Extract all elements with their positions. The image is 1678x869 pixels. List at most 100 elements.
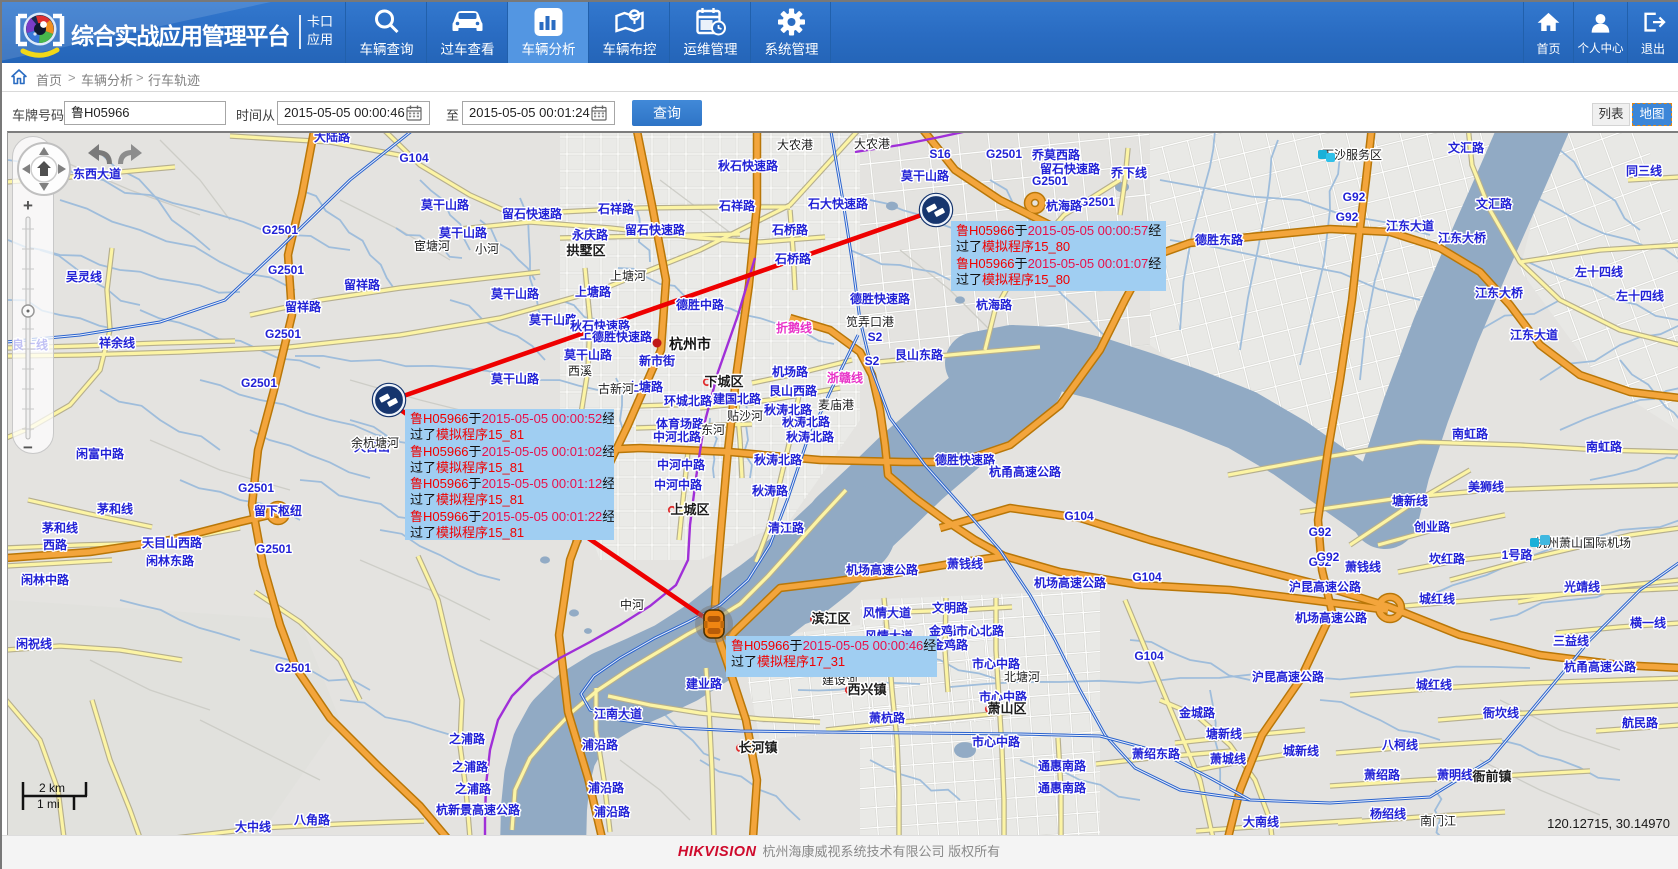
svg-text:城红线: 城红线 — [1416, 677, 1452, 692]
svg-text:石大快速路: 石大快速路 — [807, 196, 869, 211]
svg-text:中河中路: 中河中路 — [654, 477, 703, 492]
svg-text:留祥路: 留祥路 — [344, 277, 381, 292]
svg-text:上城区: 上城区 — [670, 502, 709, 517]
svg-text:南虹路: 南虹路 — [1586, 439, 1623, 454]
svg-text:北塘河: 北塘河 — [1004, 669, 1040, 684]
svg-text:体育场路: 体育场路 — [656, 416, 705, 431]
svg-text:G2501: G2501 — [268, 263, 304, 277]
svg-text:余杭塘河: 余杭塘河 — [351, 435, 399, 450]
svg-text:莫干山路: 莫干山路 — [491, 371, 540, 386]
svg-text:三益线: 三益线 — [1553, 633, 1589, 648]
svg-text:机场高速公路: 机场高速公路 — [1295, 610, 1368, 625]
svg-text:大陆路: 大陆路 — [314, 133, 351, 144]
svg-text:茅和线: 茅和线 — [97, 501, 133, 516]
svg-text:秋涛北路: 秋涛北路 — [764, 402, 813, 417]
svg-text:小河: 小河 — [475, 242, 499, 256]
svg-text:萧山区: 萧山区 — [987, 701, 1026, 716]
svg-text:沪昆高速公路: 沪昆高速公路 — [1289, 579, 1362, 594]
svg-text:市心北路: 市心北路 — [956, 623, 1005, 638]
svg-text:杭海路: 杭海路 — [976, 297, 1013, 312]
svg-text:留祥路: 留祥路 — [285, 299, 322, 314]
svg-text:大南线: 大南线 — [1243, 814, 1279, 829]
svg-text:杭新景高速公路: 杭新景高速公路 — [436, 802, 521, 817]
svg-text:德胜快速路: 德胜快速路 — [850, 291, 911, 306]
svg-text:下城区: 下城区 — [704, 374, 743, 389]
svg-text:之浦路: 之浦路 — [455, 781, 492, 796]
svg-text:塘新线: 塘新线 — [1392, 493, 1428, 508]
svg-text:大农港: 大农港 — [777, 138, 813, 152]
svg-text:萧钱线: 萧钱线 — [1345, 559, 1381, 574]
svg-text:莫干山路: 莫干山路 — [901, 168, 950, 183]
svg-text:同三线: 同三线 — [1626, 163, 1662, 178]
svg-text:杭州市: 杭州市 — [669, 336, 711, 352]
svg-text:G104: G104 — [1132, 570, 1162, 584]
svg-text:G92: G92 — [1336, 210, 1359, 224]
svg-text:G2501: G2501 — [986, 147, 1022, 161]
svg-text:清江路: 清江路 — [768, 520, 805, 535]
svg-text:机场高速公路: 机场高速公路 — [1034, 575, 1107, 590]
svg-text:G2501: G2501 — [241, 376, 277, 390]
svg-text:G92: G92 — [1317, 550, 1340, 564]
svg-text:杨绍线: 杨绍线 — [1370, 806, 1406, 821]
svg-text:G2501: G2501 — [256, 542, 292, 556]
svg-text:萧绍路: 萧绍路 — [1364, 767, 1401, 782]
svg-text:市心中路: 市心中路 — [972, 656, 1021, 671]
svg-text:德胜快速路: 德胜快速路 — [935, 452, 996, 467]
svg-text:城新线: 城新线 — [1283, 743, 1319, 758]
svg-text:杭海路: 杭海路 — [1046, 198, 1083, 213]
svg-text:大农港: 大农港 — [854, 137, 890, 151]
svg-text:滨江区: 滨江区 — [811, 611, 850, 626]
svg-text:+: + — [23, 196, 33, 215]
svg-text:G92: G92 — [1309, 525, 1332, 539]
svg-text:横一线: 横一线 — [1630, 615, 1666, 630]
svg-text:南虹路: 南虹路 — [1452, 426, 1489, 441]
svg-text:南门江: 南门江 — [1420, 813, 1456, 828]
svg-text:G2501: G2501 — [275, 661, 311, 675]
svg-text:西兴镇: 西兴镇 — [847, 682, 886, 697]
svg-text:−: − — [23, 438, 33, 457]
svg-text:拱墅区: 拱墅区 — [566, 243, 605, 258]
svg-text:浙赣线: 浙赣线 — [827, 370, 863, 385]
svg-text:古新河: 古新河 — [598, 381, 634, 396]
svg-text:衙坎线: 衙坎线 — [1482, 705, 1519, 720]
svg-text:茅和线: 茅和线 — [42, 520, 78, 535]
svg-text:长河镇: 长河镇 — [738, 740, 777, 755]
svg-text:留石快速路: 留石快速路 — [502, 206, 563, 221]
svg-text:江南大道: 江南大道 — [594, 706, 642, 721]
svg-text:通惠南路: 通惠南路 — [1038, 780, 1087, 795]
svg-text:江东大道: 江东大道 — [1386, 218, 1434, 233]
svg-text:文明路: 文明路 — [932, 600, 969, 615]
svg-text:西溪: 西溪 — [568, 364, 592, 378]
svg-text:麦庙港: 麦庙港 — [818, 398, 854, 412]
svg-text:浦沿路: 浦沿路 — [594, 804, 631, 819]
svg-text:G2501: G2501 — [238, 481, 274, 495]
svg-text:G2501: G2501 — [262, 223, 298, 237]
svg-text:沪昆高速公路: 沪昆高速公路 — [1252, 669, 1325, 684]
svg-text:1 mi: 1 mi — [37, 797, 60, 811]
svg-text:G104: G104 — [1134, 649, 1164, 663]
svg-text:新市街: 新市街 — [639, 353, 675, 368]
svg-text:G104: G104 — [1064, 509, 1094, 523]
svg-text:机场高速公路: 机场高速公路 — [846, 562, 919, 577]
svg-text:塘新线: 塘新线 — [1206, 726, 1242, 741]
svg-text:2 km: 2 km — [39, 781, 65, 795]
svg-text:闲林东路: 闲林东路 — [146, 553, 195, 568]
svg-text:左十四线: 左十四线 — [1615, 288, 1664, 303]
svg-text:艮山西路: 艮山西路 — [769, 383, 818, 398]
svg-text:莫干山路: 莫干山路 — [491, 286, 540, 301]
svg-text:秋涛北路: 秋涛北路 — [754, 452, 803, 467]
svg-text:光靖线: 光靖线 — [1563, 579, 1600, 594]
svg-text:石祥路: 石祥路 — [597, 201, 635, 216]
svg-text:S2: S2 — [868, 330, 883, 344]
svg-text:文汇路: 文汇路 — [1448, 140, 1485, 155]
svg-text:八角路: 八角路 — [293, 812, 331, 827]
svg-text:杭甬高速公路: 杭甬高速公路 — [989, 464, 1062, 479]
svg-text:留石快速路: 留石快速路 — [625, 222, 686, 237]
svg-text:秋涛北路: 秋涛北路 — [786, 429, 835, 444]
svg-text:建业路: 建业路 — [685, 676, 723, 691]
svg-text:衙前镇: 衙前镇 — [1471, 769, 1511, 784]
svg-text:萧钱线: 萧钱线 — [947, 556, 983, 571]
svg-text:风情大道: 风情大道 — [863, 605, 911, 620]
svg-text:折鹅线: 折鹅线 — [776, 320, 812, 335]
svg-text:石桥路: 石桥路 — [771, 222, 809, 237]
